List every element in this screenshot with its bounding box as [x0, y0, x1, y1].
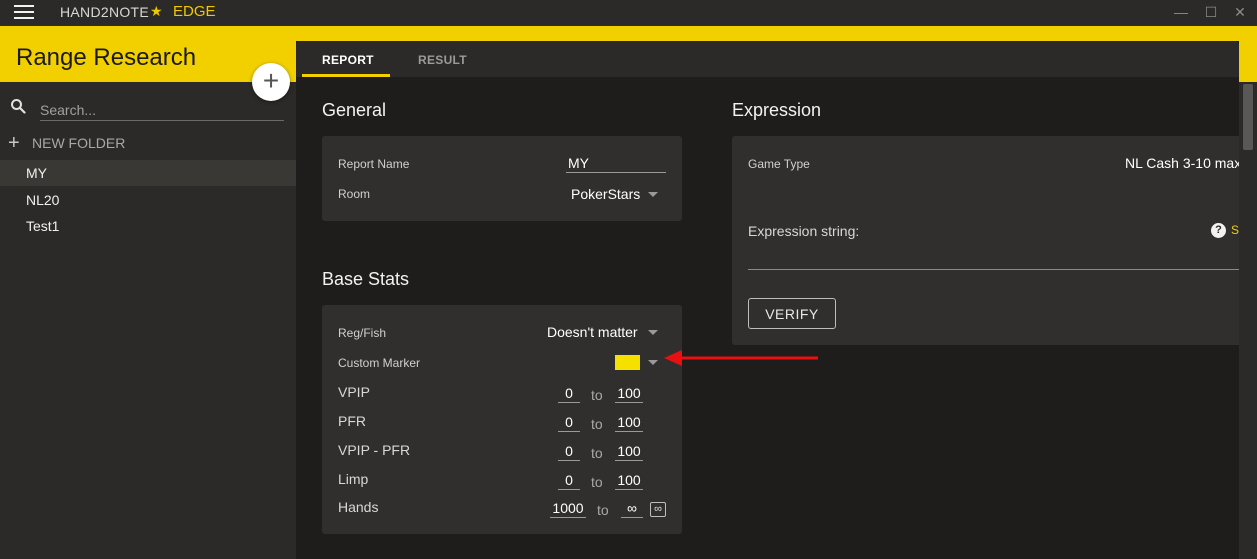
search-icon — [11, 99, 26, 114]
vpip-pfr-min-input[interactable]: 0 — [558, 443, 580, 461]
chevron-down-icon[interactable] — [648, 192, 658, 197]
vpip-pfr-max-input[interactable]: 100 — [615, 443, 643, 461]
scrollbar-thumb[interactable] — [1243, 84, 1253, 150]
game-type-label: Game Type — [748, 157, 810, 171]
report-name-input[interactable]: MY — [566, 155, 666, 173]
sidebar-item-test1[interactable]: Test1 — [0, 213, 296, 239]
stat-label-pfr: PFR — [338, 413, 366, 429]
game-type-select[interactable]: NL Cash 3-10 max — [1125, 155, 1241, 171]
verify-button[interactable]: VERIFY — [748, 298, 836, 329]
vpip-max-input[interactable]: 100 — [615, 385, 643, 403]
new-folder-label: NEW FOLDER — [32, 135, 126, 151]
to-label: to — [597, 502, 609, 518]
active-tab-indicator — [302, 74, 390, 77]
maximize-button[interactable]: ☐ — [1203, 4, 1219, 20]
stat-label-vpip-pfr: VPIP - PFR — [338, 442, 411, 458]
expression-string-label: Expression string: — [748, 223, 860, 239]
limp-max-input[interactable]: 100 — [615, 472, 643, 490]
infinity-toggle-button[interactable]: ∞ — [650, 502, 666, 517]
stat-label-limp: Limp — [338, 471, 369, 487]
plus-icon: + — [8, 132, 20, 154]
general-section-title: General — [322, 100, 387, 120]
expression-input[interactable] — [748, 269, 1239, 270]
room-label: Room — [338, 187, 371, 201]
pfr-max-input[interactable]: 100 — [615, 414, 643, 432]
hands-max-input[interactable]: ∞ — [621, 500, 643, 518]
help-icon[interactable]: ? — [1211, 223, 1226, 238]
minimize-button[interactable]: — — [1173, 4, 1189, 20]
page-title: Range Research — [16, 44, 197, 71]
tab-report[interactable]: REPORT — [322, 53, 374, 67]
pfr-min-input[interactable]: 0 — [558, 414, 580, 432]
chevron-down-icon[interactable] — [648, 360, 658, 365]
close-window-button[interactable]: ✕ — [1232, 4, 1248, 20]
room-select[interactable]: PokerStars — [571, 186, 640, 202]
vpip-min-input[interactable]: 0 — [558, 385, 580, 403]
chevron-down-icon[interactable] — [648, 330, 658, 335]
help-link[interactable]: S — [1231, 223, 1239, 237]
stat-label-hands: Hands — [338, 499, 379, 515]
header-band-edge — [1239, 41, 1257, 82]
to-label: to — [591, 416, 603, 432]
limp-min-input[interactable]: 0 — [558, 472, 580, 490]
sidebar-item-my[interactable]: MY — [0, 160, 296, 186]
to-label: to — [591, 445, 603, 461]
custom-marker-swatch[interactable] — [615, 355, 640, 370]
stat-label-vpip: VPIP — [338, 384, 370, 400]
general-card — [322, 136, 682, 221]
new-folder-button[interactable]: + NEW FOLDER — [8, 133, 125, 153]
search-input[interactable] — [40, 99, 284, 121]
edition-label: EDGE — [173, 3, 216, 20]
expression-section-title: Expression — [732, 100, 822, 120]
to-label: to — [591, 387, 603, 403]
custom-marker-label: Custom Marker — [338, 356, 421, 370]
to-label: to — [591, 474, 603, 490]
report-name-label: Report Name — [338, 157, 410, 171]
base-stats-section-title: Base Stats — [322, 269, 410, 289]
sidebar-item-nl20[interactable]: NL20 — [0, 187, 296, 213]
scrollbar-track[interactable] — [1239, 82, 1257, 559]
sidebar — [0, 82, 296, 559]
add-report-button[interactable]: + — [252, 63, 290, 101]
annotation-arrow-icon — [664, 350, 818, 366]
tab-result[interactable]: RESULT — [418, 53, 467, 67]
app-name: HAND2NOTE — [60, 4, 150, 20]
star-icon: ★ — [150, 3, 163, 19]
hamburger-menu-icon[interactable] — [14, 5, 34, 19]
reg-fish-select[interactable]: Doesn't matter — [547, 324, 638, 340]
reg-fish-label: Reg/Fish — [338, 326, 387, 340]
hands-min-input[interactable]: 1000 — [550, 500, 586, 518]
